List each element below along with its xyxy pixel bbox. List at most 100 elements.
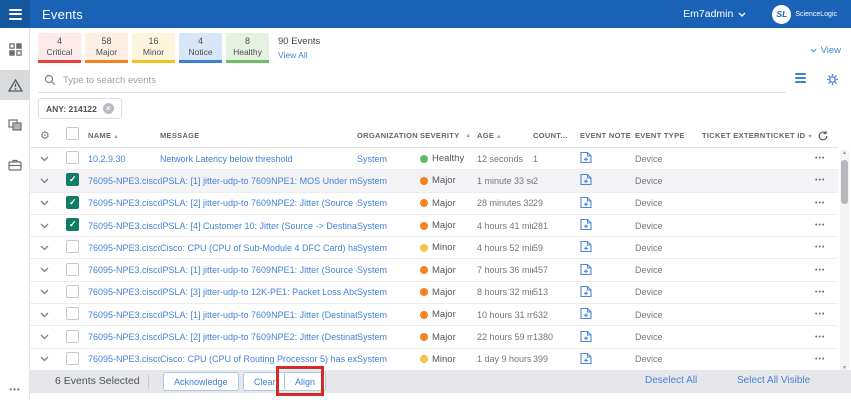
event-name-link[interactable]: 76095-NPE3.cisco.con (88, 332, 160, 342)
column-header-organization[interactable]: ORGANIZATION (357, 131, 420, 140)
severity-card-major[interactable]: 58 Major (85, 33, 128, 63)
row-checkbox[interactable] (66, 263, 79, 276)
event-name-link[interactable]: 76095-NPE3.cisco.con (88, 354, 160, 364)
event-name-link[interactable]: 76095-NPE3.cisco.con (88, 176, 160, 186)
deselect-all-link[interactable]: Deselect All (645, 375, 697, 386)
row-actions-button[interactable]: ••• (815, 244, 840, 251)
row-checkbox[interactable] (66, 151, 79, 164)
table-settings-gear-icon[interactable]: ⚙ (40, 129, 66, 142)
row-actions-button[interactable]: ••• (815, 155, 840, 162)
event-note-button[interactable] (569, 151, 635, 166)
event-organization-link[interactable]: System (357, 243, 420, 253)
column-header-severity[interactable]: SEVERITY▲ (420, 131, 477, 140)
row-actions-button[interactable]: ••• (815, 222, 840, 229)
event-note-button[interactable] (569, 285, 635, 300)
event-note-button[interactable] (569, 330, 635, 345)
severity-card-minor[interactable]: 16 Minor (132, 33, 175, 63)
event-message-link[interactable]: Cisco: CPU (CPU of Sub-Module 4 DFC Card… (160, 243, 357, 253)
event-name-link[interactable]: 76095-NPE3.cisco.con (88, 265, 160, 275)
row-expander[interactable] (40, 289, 66, 295)
list-options-icon[interactable] (795, 73, 806, 86)
row-actions-button[interactable]: ••• (815, 177, 840, 184)
event-organization-link[interactable]: System (357, 265, 420, 275)
sidebar-item-devices[interactable] (0, 110, 30, 140)
event-organization-link[interactable]: System (357, 310, 420, 320)
refresh-icon[interactable] (817, 130, 829, 142)
row-checkbox[interactable] (66, 196, 79, 209)
event-note-button[interactable] (569, 218, 635, 233)
row-actions-button[interactable]: ••• (815, 200, 840, 207)
row-checkbox[interactable] (66, 330, 79, 343)
column-header-count[interactable]: COUNT... (533, 131, 569, 140)
sidebar-item-business-services[interactable] (0, 150, 30, 180)
column-header-age[interactable]: AGE▲ (477, 131, 533, 140)
event-note-button[interactable] (569, 173, 635, 188)
event-organization-link[interactable]: System (357, 221, 420, 231)
row-expander[interactable] (40, 223, 66, 229)
row-actions-button[interactable]: ••• (815, 289, 840, 296)
event-organization-link[interactable]: System (357, 154, 420, 164)
row-actions-button[interactable]: ••• (815, 267, 840, 274)
gear-icon[interactable] (826, 73, 839, 86)
event-name-link[interactable]: 10.2.9.30 (88, 154, 160, 164)
severity-card-healthy[interactable]: 8 Healthy (226, 33, 269, 63)
event-message-link[interactable]: IPSLA: [1] jitter-udp-to 7609NPE1: Jitte… (160, 265, 357, 275)
acknowledge-button[interactable]: Acknowledge (163, 372, 239, 391)
row-actions-button[interactable]: ••• (815, 356, 840, 363)
severity-card-critical[interactable]: 4 Critical (38, 33, 81, 63)
row-checkbox[interactable] (66, 352, 79, 365)
event-message-link[interactable]: IPSLA: [4] Customer 10: Jitter (Source -… (160, 221, 357, 231)
scrollbar-thumb[interactable] (841, 160, 848, 204)
event-message-link[interactable]: IPSLA: [1] jitter-udp-to 7609NPE1: Jitte… (160, 310, 357, 320)
row-expander[interactable] (40, 156, 66, 162)
event-note-button[interactable] (569, 240, 635, 255)
event-organization-link[interactable]: System (357, 176, 420, 186)
event-organization-link[interactable]: System (357, 198, 420, 208)
event-message-link[interactable]: IPSLA: [2] jitter-udp-to 7609NPE2: Jitte… (160, 332, 357, 342)
severity-card-notice[interactable]: 4 Notice (179, 33, 222, 63)
sidebar-more-button[interactable]: ••• (0, 385, 30, 394)
event-message-link[interactable]: IPSLA: [3] jitter-udp-to 12K-PE1: Packet… (160, 287, 357, 297)
event-note-button[interactable] (569, 307, 635, 322)
row-checkbox[interactable] (66, 173, 79, 186)
view-all-link[interactable]: View All (278, 50, 320, 60)
chip-close-icon[interactable]: × (103, 103, 114, 114)
row-expander[interactable] (40, 178, 66, 184)
event-organization-link[interactable]: System (357, 332, 420, 342)
column-header-event-note[interactable]: EVENT NOTE (569, 131, 635, 140)
row-checkbox[interactable] (66, 240, 79, 253)
row-actions-button[interactable]: ••• (815, 334, 840, 341)
row-expander[interactable] (40, 200, 66, 206)
event-message-link[interactable]: IPSLA: [2] jitter-udp-to 7609NPE2: Jitte… (160, 198, 357, 208)
row-expander[interactable] (40, 245, 66, 251)
clear-button[interactable]: Clear (243, 372, 287, 391)
event-name-link[interactable]: 76095-NPE3.cisco.con (88, 221, 160, 231)
row-expander[interactable] (40, 312, 66, 318)
hamburger-menu-icon[interactable] (0, 0, 30, 28)
row-expander[interactable] (40, 334, 66, 340)
event-message-link[interactable]: Cisco: CPU (CPU of Routing Processor 5) … (160, 354, 357, 364)
select-all-checkbox[interactable] (66, 127, 79, 140)
event-note-button[interactable] (569, 352, 635, 367)
vertical-scrollbar[interactable]: ▲ ▼ (840, 150, 849, 371)
row-expander[interactable] (40, 356, 66, 362)
sidebar-item-dashboards[interactable] (0, 34, 30, 64)
row-actions-button[interactable]: ••• (815, 311, 840, 318)
view-toggle[interactable]: View (810, 45, 841, 56)
event-message-link[interactable]: Network Latency below threshold (160, 154, 357, 164)
event-name-link[interactable]: 76095-NPE3.cisco.con (88, 287, 160, 297)
row-checkbox[interactable] (66, 218, 79, 231)
column-header-ticket-id[interactable]: TICKET ID▼ (766, 131, 815, 140)
event-organization-link[interactable]: System (357, 287, 420, 297)
event-note-button[interactable] (569, 196, 635, 211)
user-menu[interactable]: Em7admin (683, 8, 746, 20)
column-header-name[interactable]: NAME▲ (88, 131, 160, 140)
row-checkbox[interactable] (66, 285, 79, 298)
column-header-ticket-external-r[interactable]: TICKET EXTERNAL R... (702, 131, 766, 140)
row-expander[interactable] (40, 267, 66, 273)
sidebar-item-events[interactable] (0, 70, 30, 100)
event-name-link[interactable]: 76095-NPE3.cisco.con (88, 243, 160, 253)
filter-chip[interactable]: ANY: 214122 × (38, 98, 122, 119)
column-header-event-type[interactable]: EVENT TYPE (635, 131, 702, 140)
search-input[interactable] (63, 75, 663, 86)
